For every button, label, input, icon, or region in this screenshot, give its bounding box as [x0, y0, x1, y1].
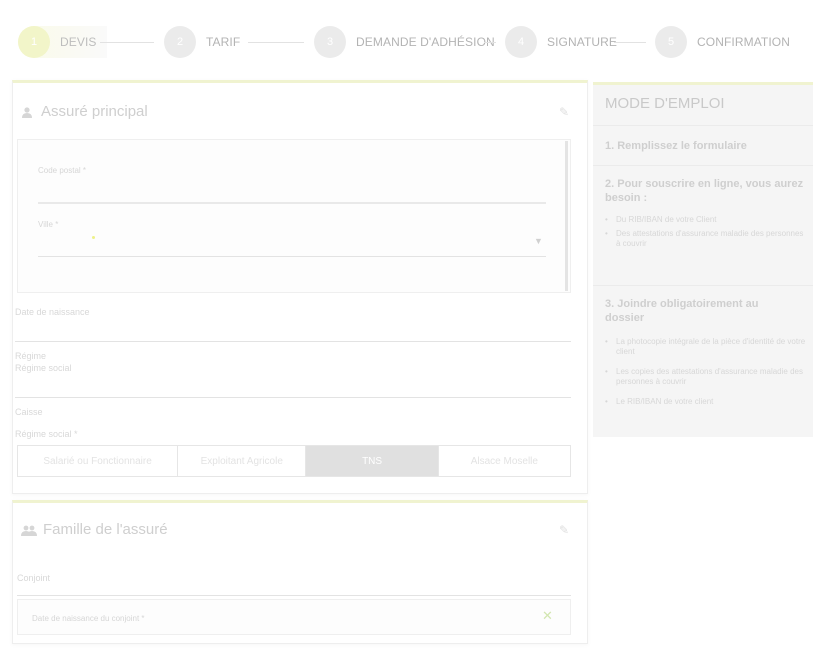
divider [593, 165, 813, 166]
edit-icon[interactable]: ✎ [559, 523, 569, 537]
tools-icon[interactable]: ✕ [542, 608, 553, 624]
assure-principal-card: Assuré principal ✎ Code postal * Ville *… [12, 80, 588, 494]
step-demande-adhesion[interactable]: 3 DEMANDE D'ADHÉSION [314, 26, 495, 58]
step-connector [100, 42, 154, 43]
edit-icon[interactable]: ✎ [559, 105, 569, 119]
conjoint-date-box[interactable]: Date de naissance du conjoint * ✕ [17, 599, 571, 635]
step-number: 3 [314, 26, 346, 58]
users-icon [21, 525, 37, 539]
postal-code-label: Code postal * [38, 166, 87, 175]
regime-option-exploitant[interactable]: Exploitant Agricole [178, 446, 307, 476]
mode-emploi-step-2: 2. Pour souscrire en ligne, vous aurez b… [605, 178, 804, 204]
conjoint-label: Conjoint [17, 573, 51, 583]
conjoint-field[interactable] [17, 595, 571, 596]
step-connector [248, 42, 304, 43]
user-icon [21, 107, 33, 121]
step-3-item: Le RIB/IBAN de votre client [605, 397, 807, 407]
step-3-item: La photocopie intégrale de la pièce d'id… [605, 337, 807, 357]
address-box: Code postal * Ville * ▼ [17, 139, 571, 293]
step-number: 4 [505, 26, 537, 58]
regime-segmented-control: Salarié ou Fonctionnaire Exploitant Agri… [17, 445, 571, 477]
progress-stepper: 1 DEVIS 2 TARIF 3 DEMANDE D'ADHÉSION 4 S… [0, 0, 813, 82]
mode-emploi-panel: MODE D'EMPLOI 1. Remplissez le formulair… [593, 82, 813, 437]
famille-title: Famille de l'assuré [43, 521, 168, 538]
mode-emploi-step-3: 3. Joindre obligatoirement au dossier [605, 298, 759, 324]
mode-emploi-title: MODE D'EMPLOI [605, 95, 725, 112]
date-naissance-label: Date de naissance [15, 307, 90, 317]
chevron-down-icon[interactable]: ▼ [534, 236, 543, 246]
regime-sub-label: Régime social [15, 363, 72, 373]
regime-option-tns[interactable]: TNS [306, 446, 439, 476]
conjoint-date-label: Date de naissance du conjoint * [32, 614, 145, 623]
step-3-item: Les copies des attestations d'assurance … [605, 367, 807, 387]
step-connector [614, 42, 646, 43]
date-naissance-field[interactable] [15, 341, 571, 342]
step-2-item: Du RIB/IBAN de votre Client [605, 215, 807, 225]
step-devis[interactable]: 1 DEVIS [18, 26, 107, 58]
famille-assure-card: Famille de l'assuré ✎ Conjoint Date de n… [12, 500, 588, 644]
divider [593, 285, 813, 286]
postal-code-field[interactable] [38, 202, 546, 204]
regime-option-alsace[interactable]: Alsace Moselle [439, 446, 570, 476]
step-label: TARIF [206, 35, 241, 49]
step-label: DEMANDE D'ADHÉSION [356, 35, 495, 49]
regime-field[interactable] [15, 397, 571, 398]
divider [593, 125, 813, 126]
step-number: 1 [18, 26, 50, 58]
step-label: CONFIRMATION [697, 35, 790, 49]
regime-option-salarie[interactable]: Salarié ou Fonctionnaire [18, 446, 179, 476]
step-label: SIGNATURE [547, 35, 618, 49]
step-label: DEVIS [60, 35, 97, 49]
mode-emploi-step-1: 1. Remplissez le formulaire [605, 140, 747, 152]
regime-label: Régime [15, 351, 47, 361]
step-connector [484, 42, 496, 43]
step-number: 2 [164, 26, 196, 58]
step-number: 5 [655, 26, 687, 58]
assure-principal-title: Assuré principal [41, 103, 148, 120]
ville-select[interactable] [38, 256, 546, 257]
ville-label: Ville * [38, 220, 59, 229]
step-confirmation[interactable]: 5 CONFIRMATION [655, 26, 790, 58]
caisse-label: Caisse [15, 407, 43, 417]
step-tarif[interactable]: 2 TARIF [164, 26, 240, 58]
regime-obligatoire-label: Régime social * [15, 429, 78, 439]
required-marker [92, 236, 95, 239]
scroll-shadow [565, 141, 568, 291]
step-2-item: Des attestations d'assurance maladie des… [605, 229, 807, 249]
step-signature[interactable]: 4 SIGNATURE [505, 26, 617, 58]
